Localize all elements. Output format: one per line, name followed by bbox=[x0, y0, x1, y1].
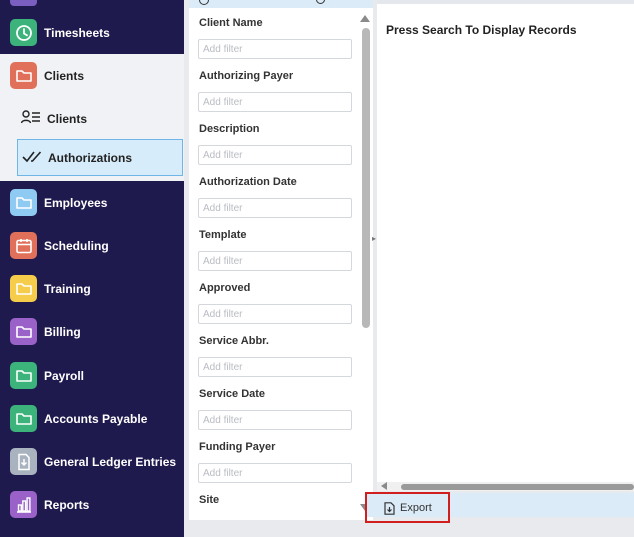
sidebar-item-label: Billing bbox=[44, 324, 81, 339]
filter-label: Service Date bbox=[199, 388, 266, 400]
results-header-strip bbox=[377, 0, 634, 4]
clock-icon bbox=[10, 19, 37, 46]
template-filter-input[interactable] bbox=[198, 251, 352, 271]
approved-filter-input[interactable] bbox=[198, 304, 352, 324]
sidebar-item-clients[interactable]: Clients bbox=[0, 54, 184, 97]
filter-label: Client Name bbox=[199, 17, 263, 29]
results-panel bbox=[377, 0, 634, 490]
filter-label: Funding Payer bbox=[199, 441, 276, 453]
filter-panel: Client Name Authorizing Payer Descriptio… bbox=[189, 0, 373, 520]
submenu-item-authorizations[interactable]: Authorizations bbox=[17, 139, 183, 176]
calendar-icon bbox=[10, 232, 37, 259]
sidebar-item-label: Clients bbox=[44, 68, 85, 83]
sidebar-item-label: Scheduling bbox=[44, 238, 109, 253]
people-list-icon bbox=[20, 110, 41, 129]
authorization-date-filter-input[interactable] bbox=[198, 198, 352, 218]
export-document-icon bbox=[384, 502, 395, 520]
partial-nav-icon bbox=[10, 0, 37, 6]
sidebar-item-accounts-payable[interactable]: Accounts Payable bbox=[0, 397, 184, 440]
clear-filters-icon[interactable] bbox=[199, 0, 209, 5]
download-doc-icon bbox=[10, 448, 37, 475]
filter-label: Service Abbr. bbox=[199, 335, 269, 347]
funding-payer-filter-input[interactable] bbox=[198, 463, 352, 483]
folder-icon bbox=[10, 405, 37, 432]
filter-label: Template bbox=[199, 229, 247, 241]
filter-label: Site bbox=[199, 494, 220, 506]
scroll-up-arrow-icon[interactable] bbox=[360, 15, 370, 22]
sidebar-item-billing[interactable]: Billing bbox=[0, 310, 184, 353]
sidebar-item-label: Timesheets bbox=[44, 25, 110, 40]
filter-label: Authorization Date bbox=[199, 176, 297, 188]
sidebar-item-label: Employees bbox=[44, 195, 108, 210]
client-name-filter-input[interactable] bbox=[198, 39, 352, 59]
filter-scrollbar-thumb[interactable] bbox=[362, 28, 370, 328]
splitter-handle-icon[interactable]: ▸ bbox=[372, 234, 376, 243]
authorizing-payer-filter-input[interactable] bbox=[198, 92, 352, 112]
filter-toolbar bbox=[189, 0, 373, 8]
results-empty-message: Press Search To Display Records bbox=[386, 23, 577, 37]
description-filter-input[interactable] bbox=[198, 145, 352, 165]
service-date-filter-input[interactable] bbox=[198, 410, 352, 430]
scroll-left-arrow-icon[interactable] bbox=[381, 482, 387, 490]
folder-icon bbox=[10, 189, 37, 216]
folder-icon bbox=[10, 362, 37, 389]
sidebar-item-label: Payroll bbox=[44, 368, 85, 383]
export-button-label: Export bbox=[400, 502, 432, 514]
clients-submenu: Clients Authorizations bbox=[0, 97, 184, 181]
search-icon[interactable] bbox=[316, 0, 325, 4]
submenu-item-label: Clients bbox=[47, 111, 88, 126]
bar-chart-icon bbox=[10, 491, 37, 518]
sidebar-item-general-ledger-entries[interactable]: General Ledger Entries bbox=[0, 440, 184, 483]
sidebar: Timesheets Clients Clients Authorization… bbox=[0, 0, 184, 537]
sidebar-item-reports[interactable]: Reports bbox=[0, 483, 184, 526]
sidebar-item-label: Reports bbox=[44, 497, 90, 512]
folder-icon bbox=[10, 275, 37, 302]
panel-bottom-strip bbox=[184, 520, 365, 537]
double-check-icon bbox=[22, 150, 44, 169]
filter-label: Approved bbox=[199, 282, 251, 294]
sidebar-item-label: Training bbox=[44, 281, 91, 296]
submenu-item-label: Authorizations bbox=[48, 150, 132, 165]
filter-label: Description bbox=[199, 123, 260, 135]
sidebar-item-training[interactable]: Training bbox=[0, 267, 184, 310]
filter-label: Authorizing Payer bbox=[199, 70, 294, 82]
results-horizontal-scrollbar-thumb[interactable] bbox=[401, 484, 634, 490]
folder-icon bbox=[10, 318, 37, 345]
folder-icon bbox=[10, 62, 37, 89]
sidebar-item-label: Accounts Payable bbox=[44, 411, 148, 426]
service-abbr-filter-input[interactable] bbox=[198, 357, 352, 377]
submenu-item-clients[interactable]: Clients bbox=[17, 100, 183, 137]
export-button[interactable]: Export bbox=[365, 492, 450, 523]
sidebar-item-scheduling[interactable]: Scheduling bbox=[0, 224, 184, 267]
sidebar-item-timesheets[interactable]: Timesheets bbox=[0, 11, 184, 54]
sidebar-item-payroll[interactable]: Payroll bbox=[0, 354, 184, 397]
sidebar-item-label: General Ledger Entries bbox=[44, 454, 177, 469]
sidebar-item-employees[interactable]: Employees bbox=[0, 181, 184, 224]
